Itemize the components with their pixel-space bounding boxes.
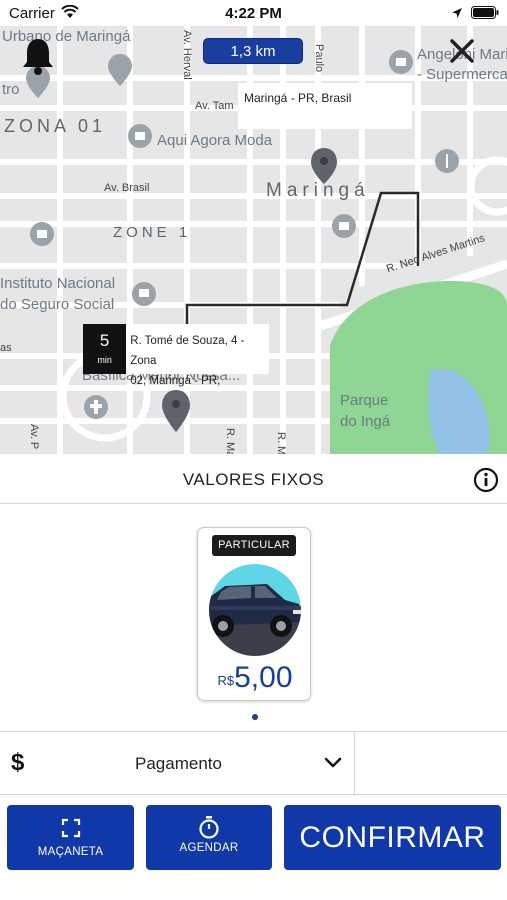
distance-badge: 1,3 km: [203, 38, 303, 64]
payment-label: Pagamento: [135, 754, 222, 773]
eta-unit: min: [97, 355, 112, 365]
map-label: tro: [2, 81, 20, 98]
eta-value: 5: [99, 331, 110, 350]
close-icon[interactable]: [449, 38, 475, 69]
route-map[interactable]: Urbano de Maringá tro ZONA 01 Aqui Agora…: [0, 26, 507, 454]
bell-icon[interactable]: [20, 36, 56, 81]
payment-selector[interactable]: $ Pagamento: [0, 731, 507, 796]
map-label: R. Ma: [224, 428, 236, 454]
price: R$5,00: [198, 661, 312, 695]
destination-address: Maringá - PR, Brasil: [244, 91, 352, 105]
status-bar: Carrier 4:22 PM: [0, 0, 507, 26]
battery-icon: [471, 6, 499, 24]
map-label: ZONA 01: [4, 116, 107, 136]
macaneta-label: MAÇANETA: [37, 846, 104, 858]
map-label: as: [0, 342, 12, 354]
origin-address: R. Tomé de Souza, 4 - Zona 02, Maringá -…: [126, 324, 269, 387]
map-label: Instituto Nacional: [0, 275, 116, 292]
price-currency: R$: [217, 673, 235, 688]
origin-callout[interactable]: 5 min R. Tomé de Souza, 4 - Zona 02, Mar…: [83, 324, 269, 387]
map-label: Av. Brasil: [104, 182, 150, 194]
map-label: Paulo: [313, 44, 325, 73]
fixed-values-header: VALORES FIXOS: [0, 454, 507, 504]
confirm-button[interactable]: CONFIRMAR: [284, 805, 501, 870]
clock-time: 4:22 PM: [225, 5, 282, 22]
category-badge: PARTICULAR: [212, 535, 296, 556]
map-label: do Seguro Social: [0, 296, 115, 313]
eta-box: 5 min: [83, 324, 127, 374]
destination-callout[interactable]: Maringá - PR, Brasil: [238, 83, 412, 129]
stopwatch-icon: [146, 815, 272, 839]
category-card-particular[interactable]: PARTICULAR R$5,00: [197, 527, 311, 701]
payment-divider: [354, 732, 355, 796]
origin-address-line2: 02, Maringá - PR,: [130, 375, 221, 387]
page-indicator-dot: [252, 714, 258, 720]
map-label: do Ingá: [340, 413, 391, 430]
map-label: ZONE 1: [113, 224, 192, 241]
chevron-down-icon[interactable]: [324, 756, 342, 774]
origin-address-line1: R. Tomé de Souza, 4 - Zona: [130, 335, 245, 367]
location-arrow-icon: [451, 6, 463, 24]
dollar-icon: $: [11, 749, 25, 776]
car-icon: [207, 562, 303, 663]
map-label: Av. P: [28, 424, 40, 450]
map-label: R. M: [275, 432, 287, 454]
agendar-label: AGENDAR: [179, 842, 239, 854]
info-icon[interactable]: [473, 467, 499, 498]
map-label: Av. Tam: [195, 100, 234, 112]
map-label: Av. Herval: [181, 30, 193, 80]
price-value: 5,00: [234, 661, 293, 694]
expand-icon: [7, 818, 134, 838]
confirm-label: CONFIRMAR: [299, 821, 486, 854]
macaneta-button[interactable]: MAÇANETA: [7, 805, 134, 870]
map-label: Maringá: [266, 180, 370, 201]
map-label: Aqui Agora Moda: [157, 132, 273, 149]
agendar-button[interactable]: AGENDAR: [146, 805, 272, 870]
map-label: Parque: [340, 392, 389, 409]
fixed-values-title: VALORES FIXOS: [182, 470, 325, 489]
